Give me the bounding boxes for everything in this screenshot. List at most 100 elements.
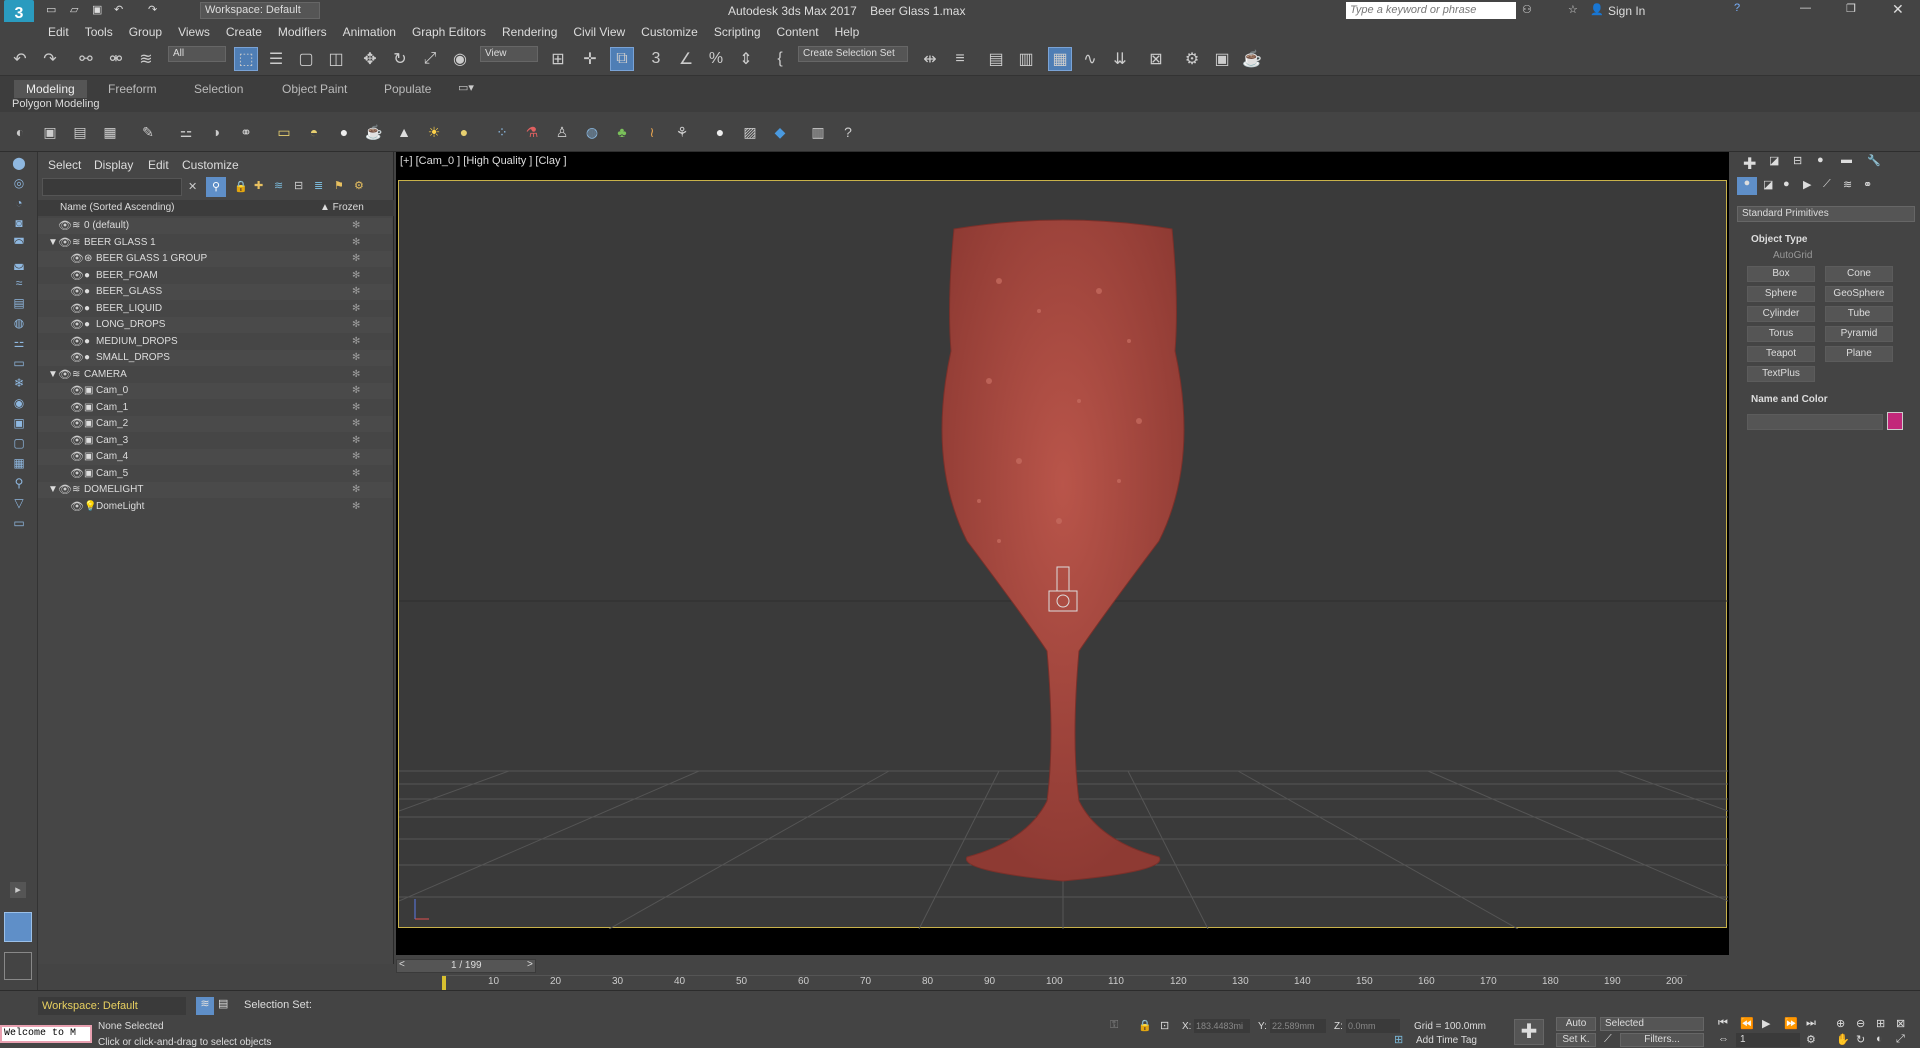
tree-row[interactable]: 👁 ● MEDIUM_DROPS ✻ [38,334,392,350]
tree-row[interactable]: 👁 ● LONG_DROPS ✻ [38,317,392,333]
col-frozen-header[interactable]: ▲ Frozen [320,200,364,216]
display-geometry-icon[interactable]: ◎ [7,174,31,192]
render-frame-icon[interactable]: ▨ [740,122,760,142]
visibility-eye-icon[interactable]: 👁 [70,350,84,366]
foliage-icon[interactable]: ♣ [612,122,632,142]
menu-animation[interactable]: Animation [335,22,404,42]
visibility-eye-icon[interactable]: 👁 [70,317,84,333]
rendered-frame-icon[interactable]: ▣ [1210,47,1234,71]
angle-snap-icon[interactable]: ∠ [674,47,698,71]
chain-icon[interactable]: ⚭ [236,122,256,142]
tree-row[interactable]: 👁 ● BEER_FOAM ✻ [38,268,392,284]
tree-row[interactable]: 👁 ▣ Cam_4 ✻ [38,449,392,465]
unlink-icon[interactable]: ⚮ [104,47,128,71]
help-icon[interactable]: ? [1734,2,1740,14]
z-coordinate-field[interactable]: 0.0mm [1346,1019,1400,1033]
lights-category-icon[interactable]: ● [1783,178,1790,190]
frozen-toggle-icon[interactable]: ✻ [352,433,360,449]
toggle-ribbon-icon[interactable]: ▦ [1048,47,1072,71]
tube-button[interactable]: Tube [1825,306,1893,322]
frozen-toggle-icon[interactable]: ✻ [352,499,360,515]
primitives-dropdown[interactable]: Standard Primitives [1737,206,1915,222]
explorer-menu-customize[interactable]: Customize [182,156,239,174]
frozen-toggle-icon[interactable]: ✻ [352,268,360,284]
viewport-layout-icon[interactable] [4,912,32,942]
ribbon-options-icon[interactable]: ▭▾ [458,81,474,94]
box-button[interactable]: Box [1747,266,1815,282]
render-setup-icon[interactable]: ⚙ [1180,47,1204,71]
redo-icon[interactable]: ↷ [38,47,62,71]
display-all-icon[interactable]: ▣ [7,414,31,432]
named-selection-icon[interactable]: { [768,47,792,71]
layer-hierarchy-icon[interactable]: ⊟ [294,179,303,192]
track-bar[interactable]: 10 20 30 40 50 60 70 80 90 100 110 120 130 140 150 160 1… [442,975,1687,990]
zoom-extents-all-icon[interactable]: ⊠ [1896,1017,1905,1030]
frozen-toggle-icon[interactable]: ✻ [352,367,360,383]
bind-spacewarp-icon[interactable]: ≋ [134,47,158,71]
frozen-toggle-icon[interactable]: ✻ [352,449,360,465]
spacewarps-category-icon[interactable]: ≋ [1843,178,1852,191]
material-editor-icon[interactable]: ⊠ [1144,47,1168,71]
rotate-icon[interactable]: ↻ [388,47,412,71]
tree-row[interactable]: 👁 ▣ Cam_0 ✻ [38,383,392,399]
time-tag-icon[interactable]: ⊞ [1394,1033,1403,1046]
key-mode-icon[interactable]: ⟋ [1604,1033,1612,1046]
viewport[interactable]: [+] [Cam_0 ] [High Quality ] [Clay ] [396,152,1729,955]
display-bones-icon[interactable]: ⚍ [7,334,31,352]
pivot-center-icon[interactable]: ⊞ [546,47,570,71]
menu-views[interactable]: Views [170,22,218,42]
frozen-toggle-icon[interactable]: ✻ [352,383,360,399]
explorer-menu-display[interactable]: Display [94,156,133,174]
sign-in-link[interactable]: Sign In [1608,4,1645,18]
snap-toggle-icon[interactable]: 3 [644,47,668,71]
object-name-input[interactable] [1747,414,1883,430]
viewport-label[interactable]: [+] [Cam_0 ] [High Quality ] [Clay ] [400,155,567,167]
time-config-icon[interactable]: ⚙ [1806,1033,1816,1046]
tree-row[interactable]: ▼ 👁 ≋ CAMERA ✻ [38,367,392,383]
frozen-toggle-icon[interactable]: ✻ [352,235,360,251]
visibility-eye-icon[interactable]: 👁 [58,235,72,251]
object-color-swatch[interactable] [1887,412,1903,430]
layers-icon[interactable]: ≣ [314,179,323,192]
display-frozen-icon[interactable]: ❄ [7,374,31,392]
close-button[interactable]: ✕ [1892,1,1904,18]
geosphere-button[interactable]: GeoSphere [1825,286,1893,302]
prev-key-icon[interactable]: ⏪ [1740,1017,1754,1030]
redo-icon[interactable]: ↷ [148,3,157,16]
frozen-toggle-icon[interactable]: ✻ [352,218,360,234]
expand-toggle-icon[interactable]: ▼ [48,235,58,251]
keyboard-shortcut-icon[interactable]: ⧉ [610,47,634,71]
display-helpers-icon[interactable]: ◛ [7,254,31,272]
explorer-menu-select[interactable]: Select [48,156,81,174]
tree-row[interactable]: 👁 ⊛ BEER GLASS 1 GROUP ✻ [38,251,392,267]
tree-row[interactable]: 👁 ▣ Cam_2 ✻ [38,416,392,432]
explorer-menu-edit[interactable]: Edit [148,156,169,174]
move-icon[interactable]: ✥ [358,47,382,71]
display-hidden-icon[interactable]: ◉ [7,394,31,412]
menu-scripting[interactable]: Scripting [706,22,769,42]
time-cursor[interactable] [442,976,446,990]
goto-start-icon[interactable]: ⏮ [1718,1017,1728,1030]
filters-button[interactable]: Filters... [1620,1033,1704,1047]
cone-button[interactable]: Cone [1825,266,1893,282]
select-object-icon[interactable]: ⬚ [234,47,258,71]
character-icon[interactable]: ♙ [552,122,572,142]
current-frame-field[interactable]: 1 [1736,1033,1800,1047]
physics-icon[interactable]: ⚗ [522,122,542,142]
sun-icon[interactable]: ☀ [424,122,444,142]
display-xrefs-icon[interactable]: ◍ [7,314,31,332]
curve-editor-icon[interactable]: ∿ [1078,47,1102,71]
expand-toggle-icon[interactable]: ▼ [48,482,58,498]
frozen-toggle-icon[interactable]: ✻ [352,416,360,432]
display-shapes-icon[interactable]: ◔ [7,194,31,212]
expand-toggle-icon[interactable]: ▼ [48,367,58,383]
set-key-icon[interactable]: ✚ [1514,1019,1544,1045]
tab-populate[interactable]: Populate [372,80,443,98]
utilities-tab-icon[interactable]: 🔧 [1867,154,1881,167]
scene-explorer-icon[interactable]: ▤ [984,47,1008,71]
hierarchy-tab-icon[interactable]: ⊟ [1793,154,1802,167]
ref-coord-dropdown[interactable]: View [480,46,538,62]
rect-selection-icon[interactable]: ▢ [294,47,318,71]
save-icon[interactable]: ▣ [92,3,102,16]
explorer-search-input[interactable] [42,178,182,196]
